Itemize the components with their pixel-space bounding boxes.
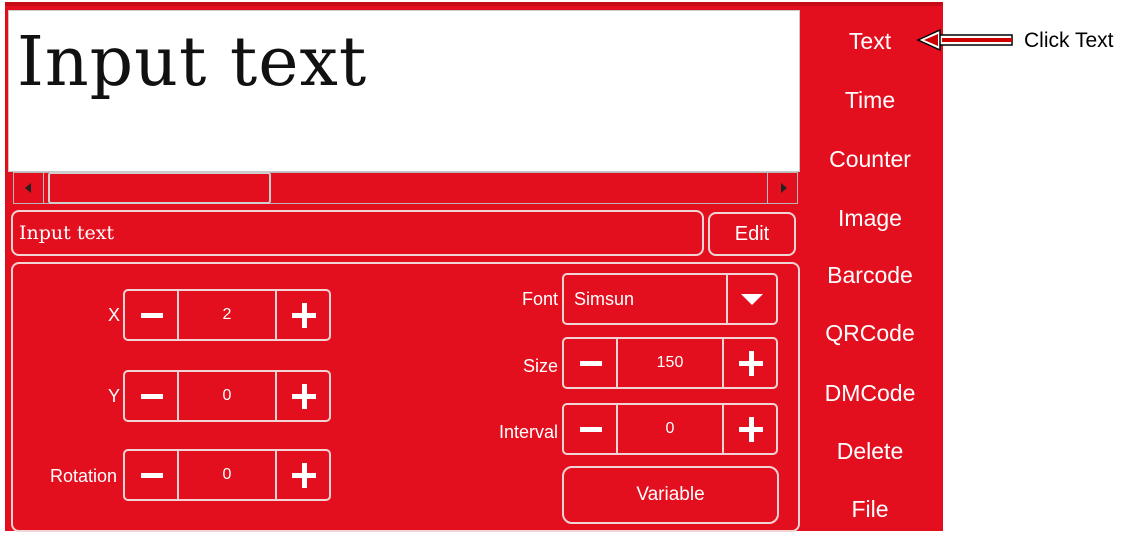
y-value[interactable]: 0: [179, 372, 275, 420]
arrow-left-icon: [916, 28, 1013, 52]
menu-item-time[interactable]: Time: [800, 87, 940, 114]
arrow-left-icon: [25, 183, 31, 193]
size-label: Size: [522, 356, 558, 376]
rotation-label: Rotation: [49, 466, 117, 486]
size-stepper: 150: [562, 337, 778, 389]
y-decrement-button[interactable]: [125, 372, 179, 420]
chevron-down-icon: [741, 294, 763, 305]
x-label: X: [107, 305, 120, 325]
minus-icon: [141, 394, 163, 399]
menu-item-dmcode[interactable]: DMCode: [800, 380, 940, 407]
preview-text: Input text: [17, 23, 368, 102]
horizontal-scrollbar[interactable]: [13, 172, 798, 204]
interval-decrement-button[interactable]: [564, 405, 618, 453]
y-label: Y: [107, 386, 120, 406]
text-input-field[interactable]: Input text: [11, 210, 704, 256]
rotation-decrement-button[interactable]: [125, 451, 179, 499]
menu-item-delete[interactable]: Delete: [800, 438, 940, 465]
interval-increment-button[interactable]: [722, 405, 776, 453]
y-stepper: 0: [123, 370, 331, 422]
scroll-right-button[interactable]: [767, 173, 797, 203]
rotation-stepper: 0: [123, 449, 331, 501]
interval-stepper: 0: [562, 403, 778, 455]
arrow-right-icon: [781, 183, 787, 193]
rotation-value[interactable]: 0: [179, 451, 275, 499]
menu-item-barcode[interactable]: Barcode: [800, 262, 940, 289]
edit-button[interactable]: Edit: [708, 212, 796, 256]
menu-item-file[interactable]: File: [800, 496, 940, 523]
menu-item-counter[interactable]: Counter: [800, 146, 940, 173]
x-increment-button[interactable]: [275, 291, 329, 339]
interval-label: Interval: [498, 422, 558, 442]
font-select-value: Simsun: [574, 289, 635, 309]
rotation-increment-button[interactable]: [275, 451, 329, 499]
font-select[interactable]: Simsun: [562, 273, 778, 325]
scrollbar-thumb[interactable]: [48, 172, 271, 204]
size-increment-button[interactable]: [722, 339, 776, 387]
menu-item-image[interactable]: Image: [800, 205, 940, 232]
x-stepper: 2: [123, 289, 331, 341]
minus-icon: [580, 361, 602, 366]
annotation-label: Click Text: [1024, 29, 1114, 52]
font-dropdown-button[interactable]: [726, 275, 776, 323]
size-value[interactable]: 150: [618, 339, 722, 387]
variable-button[interactable]: Variable: [562, 466, 779, 524]
font-label: Font: [521, 289, 558, 309]
minus-icon: [580, 427, 602, 432]
minus-icon: [141, 473, 163, 478]
x-decrement-button[interactable]: [125, 291, 179, 339]
scroll-left-button[interactable]: [14, 173, 44, 203]
y-increment-button[interactable]: [275, 372, 329, 420]
interval-value[interactable]: 0: [618, 405, 722, 453]
menu-item-qrcode[interactable]: QRCode: [800, 320, 940, 347]
minus-icon: [141, 313, 163, 318]
x-value[interactable]: 2: [179, 291, 275, 339]
preview-canvas[interactable]: Input text: [8, 10, 800, 172]
size-decrement-button[interactable]: [564, 339, 618, 387]
